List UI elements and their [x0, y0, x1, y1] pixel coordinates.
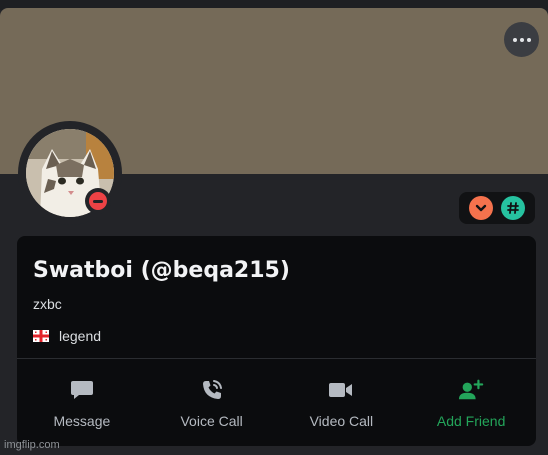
add-friend-label: Add Friend — [436, 412, 506, 429]
dot — [526, 37, 531, 42]
dot — [519, 37, 524, 42]
custom-status: legend — [33, 328, 101, 344]
dnd-status-indicator — [85, 188, 111, 214]
action-bar: Message Voice Call Video Call Add Friend — [17, 359, 536, 446]
profile-info-panel: Swatboi (@beqa215) zxbc legend Message V… — [17, 236, 536, 446]
message-label: Message — [53, 412, 111, 429]
hashtag-badge-icon[interactable] — [501, 196, 525, 220]
voice-call-label: Voice Call — [180, 412, 243, 429]
watermark: imgflip.com — [4, 439, 60, 451]
chevron-down-badge-icon[interactable] — [469, 196, 493, 220]
add-friend-icon — [458, 377, 484, 403]
dnd-icon — [89, 192, 107, 210]
profile-card: Swatboi (@beqa215) zxbc legend Message V… — [0, 0, 548, 455]
video-call-icon — [328, 377, 354, 403]
more-options-button[interactable] — [504, 22, 539, 57]
add-friend-button[interactable]: Add Friend — [406, 359, 536, 446]
custom-status-text: legend — [59, 328, 102, 344]
badge-list — [459, 192, 535, 224]
dot — [512, 37, 517, 42]
voice-call-icon — [199, 377, 225, 403]
georgia-flag-icon — [33, 330, 49, 342]
video-call-button[interactable]: Video Call — [277, 359, 407, 446]
video-call-label: Video Call — [309, 412, 374, 429]
message-button[interactable]: Message — [17, 359, 147, 446]
display-name-username: Swatboi (@beqa215) — [33, 258, 290, 283]
pronouns: zxbc — [33, 296, 62, 312]
voice-call-button[interactable]: Voice Call — [147, 359, 277, 446]
message-icon — [69, 377, 95, 403]
